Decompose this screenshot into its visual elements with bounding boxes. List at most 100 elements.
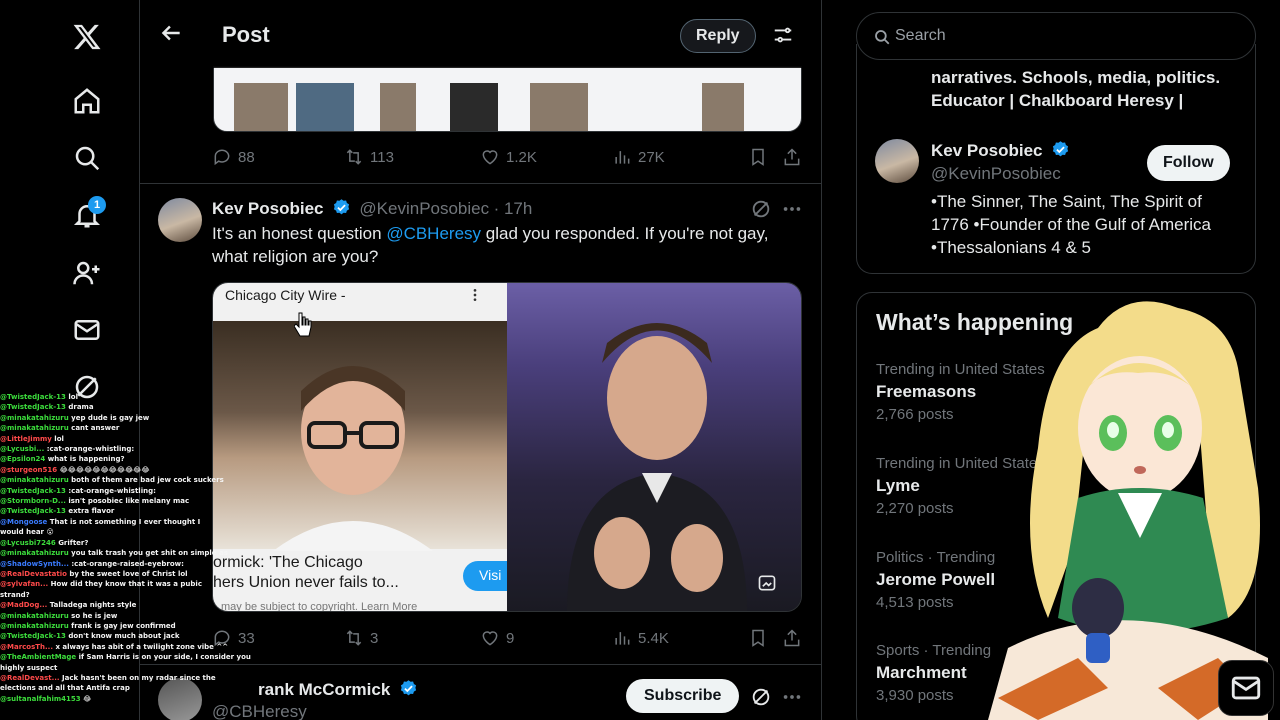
- chat-username: @TwistedJack-13: [0, 632, 66, 641]
- share-action[interactable]: [782, 628, 802, 648]
- views-count: 5.4K: [638, 629, 669, 647]
- more-options-icon[interactable]: [781, 198, 803, 220]
- subscribe-button[interactable]: Subscribe: [626, 679, 740, 713]
- chat-text: what is happening?: [47, 455, 125, 464]
- author-handle[interactable]: @KevinPosobiec: [359, 199, 489, 218]
- chat-username: @Lycusbi...: [0, 445, 45, 454]
- back-arrow-icon[interactable]: [158, 20, 184, 46]
- share-upload-icon: [784, 148, 800, 166]
- media-image-interview[interactable]: [507, 283, 801, 611]
- chat-text: lol: [54, 434, 64, 443]
- avatar[interactable]: [875, 139, 919, 183]
- views-action[interactable]: 5.4K: [612, 628, 669, 648]
- x-logo-icon[interactable]: [70, 20, 104, 54]
- repost-icon: [346, 149, 362, 165]
- media-thumbnail: [234, 83, 288, 131]
- chat-text: How did they know that it was a pubic: [50, 580, 202, 589]
- chat-text: don't know much about jack: [68, 632, 180, 641]
- media-thumbnail: [450, 83, 498, 131]
- chat-text: yep dude is gay jew: [71, 413, 150, 422]
- grok-explain-icon[interactable]: [750, 198, 772, 220]
- post-divider: [140, 664, 821, 665]
- chat-message: @Lycusbi... :cat-orange-whistling:: [0, 444, 240, 454]
- author-handle[interactable]: @CBHeresy: [212, 702, 307, 720]
- explore-search-icon[interactable]: [70, 141, 104, 175]
- previous-post-media[interactable]: [213, 66, 802, 132]
- follow-person-plus-icon[interactable]: [70, 256, 104, 290]
- share-upload-icon: [784, 629, 800, 647]
- mention-link[interactable]: @CBHeresy: [386, 224, 481, 243]
- caption-line: ormick: 'The Chicago: [213, 554, 363, 571]
- bio-line: 1776 •Founder of the Gulf of America: [931, 215, 1212, 234]
- follow-button[interactable]: Follow: [1147, 145, 1230, 181]
- chat-message: @TheAmbientMage if Sam Harris is on your…: [0, 652, 251, 662]
- chat-username: @minakatahizuru: [0, 549, 69, 558]
- grok-explain-icon[interactable]: [750, 686, 772, 708]
- chat-message: @Mongoose That is not something I ever t…: [0, 517, 240, 527]
- chat-message: @minakatahizuru frank is gay jew confirm…: [0, 621, 240, 631]
- chat-message: highly suspect: [0, 663, 240, 673]
- vtuber-avatar-overlay: [988, 301, 1268, 720]
- messages-mail-icon[interactable]: [70, 313, 104, 347]
- chat-message: would hear 😮: [0, 527, 240, 537]
- bookmark-icon: [752, 629, 764, 647]
- sliders-settings-icon[interactable]: [772, 24, 794, 46]
- chat-message: @TwistedJack-13 lol: [0, 392, 240, 402]
- views-action[interactable]: 27K: [612, 147, 665, 167]
- relevant-people-card: narratives. Schools, media, politics. Ed…: [856, 44, 1256, 274]
- chat-text: if Sam Harris is on your side, I conside…: [78, 653, 251, 662]
- repost-count: 3: [370, 629, 379, 647]
- notification-badge: 1: [88, 196, 106, 214]
- reply-button[interactable]: Reply: [680, 19, 756, 53]
- repost-action[interactable]: 113: [344, 147, 394, 167]
- repost-action[interactable]: 3: [344, 628, 378, 648]
- bio-line: •The Sinner, The Saint, The Spirit of: [931, 192, 1202, 211]
- bookmark-action[interactable]: [748, 147, 768, 167]
- author-name[interactable]: Kev Posobiec: [212, 199, 324, 218]
- post-text: It's an honest question @CBHeresy glad y…: [212, 222, 802, 268]
- share-action[interactable]: [782, 147, 802, 167]
- chat-username: @RealDevast...: [0, 673, 60, 682]
- media-image-screenshot[interactable]: Chicago City Wire - ormick: 'The Chicago…: [213, 283, 513, 612]
- heart-icon: [482, 631, 498, 646]
- profile-handle[interactable]: @KevinPosobiec: [931, 164, 1061, 184]
- bookmark-action[interactable]: [748, 628, 768, 648]
- reply-action[interactable]: 88: [212, 147, 255, 167]
- visit-button[interactable]: Visi: [463, 561, 513, 591]
- messages-fab-button[interactable]: [1218, 660, 1274, 716]
- chat-message: @minakatahizuru you talk trash you get s…: [0, 548, 240, 558]
- chat-message: @sylvafan... How did they know that it w…: [0, 579, 240, 589]
- chat-text: 😂😂😂😂😂😂😂😂😂😂😂: [59, 465, 150, 474]
- profile-name[interactable]: Kev Posobiec: [931, 141, 1043, 160]
- post-timestamp[interactable]: · 17h: [494, 199, 533, 218]
- chat-message: @TwistedJack-13 :cat-orange-whistling:: [0, 486, 240, 496]
- copyright-notice: may be subject to copyright. Learn More: [221, 601, 418, 612]
- chat-text: both of them are bad jew cock suckers: [71, 476, 224, 485]
- chat-message: @TwistedJack-13 don't know much about ja…: [0, 631, 240, 641]
- like-action[interactable]: 9: [480, 628, 514, 648]
- chat-message: strand?: [0, 590, 240, 600]
- chat-username: @MadDog...: [0, 601, 48, 610]
- chat-message: @sturgeon516 😂😂😂😂😂😂😂😂😂😂😂: [0, 465, 240, 475]
- chat-text: strand?: [0, 590, 30, 599]
- chat-message: elections and all that Antifa crap: [0, 683, 240, 693]
- chat-username: @Mongoose: [0, 517, 48, 526]
- author-name[interactable]: rank McCormick: [258, 680, 390, 699]
- chat-username: @TwistedJack-13: [0, 393, 66, 401]
- media-embedded-header: Chicago City Wire -: [225, 287, 346, 303]
- chat-text: :cat-orange-whistling:: [68, 486, 156, 495]
- more-options-icon[interactable]: [781, 686, 803, 708]
- home-icon[interactable]: [70, 84, 104, 118]
- chat-username: @minakatahizuru: [0, 611, 69, 620]
- chat-message: @Lycusbi7246 Grifter?: [0, 538, 240, 548]
- avatar[interactable]: [158, 198, 202, 242]
- person-interview-illustration: [567, 323, 747, 611]
- like-count: 9: [506, 629, 515, 647]
- repost-count: 113: [370, 148, 394, 166]
- reply-count: 33: [238, 629, 255, 647]
- like-action[interactable]: 1.2K: [480, 147, 537, 167]
- bookmark-icon: [752, 148, 764, 166]
- chat-text: so he is jew: [71, 611, 118, 620]
- image-edit-icon[interactable]: [757, 573, 777, 593]
- chat-username: @minakatahizuru: [0, 424, 69, 433]
